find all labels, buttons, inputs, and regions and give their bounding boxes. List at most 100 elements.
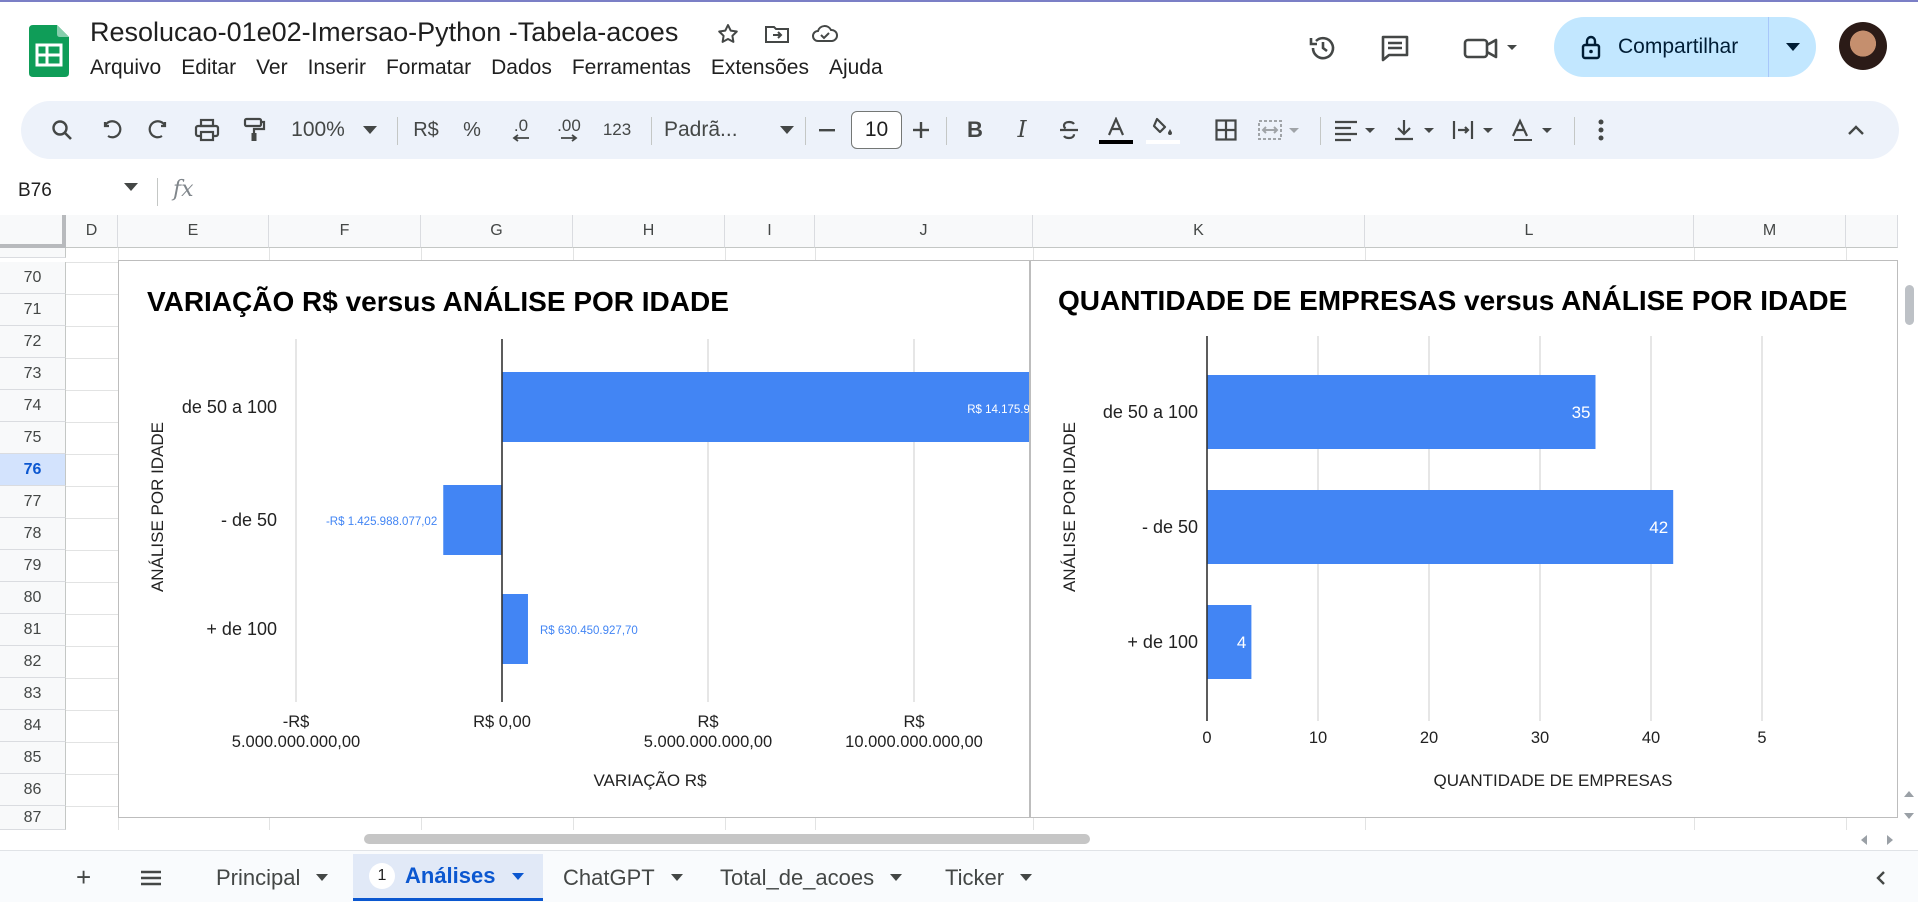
decrease-font-size-icon[interactable]	[815, 108, 839, 152]
row-header-79[interactable]: 79	[0, 550, 66, 582]
menu-extensoes[interactable]: Extensões	[701, 56, 819, 80]
version-history-icon[interactable]	[1301, 26, 1345, 70]
merge-cells-icon[interactable]	[1254, 108, 1306, 152]
sheet-tab-analises[interactable]: 1 Análises	[353, 854, 543, 901]
font-size-input[interactable]: 10	[851, 111, 902, 149]
scroll-down-icon[interactable]	[1903, 812, 1915, 820]
cloud-saved-icon[interactable]	[810, 19, 840, 49]
row-header-87[interactable]: 87	[0, 806, 66, 830]
formula-input[interactable]	[210, 172, 1900, 206]
column-header-g[interactable]: G	[421, 215, 573, 248]
sheet-tab-ticker[interactable]: Ticker	[930, 854, 1050, 901]
row-header-80[interactable]: 80	[0, 582, 66, 614]
sheet-explorer-toggle-icon[interactable]	[1866, 854, 1896, 901]
move-folder-icon[interactable]	[762, 19, 792, 49]
more-formats-button[interactable]: 123	[597, 108, 637, 152]
row-header-86[interactable]: 86	[0, 774, 66, 806]
format-currency-button[interactable]: R$	[407, 108, 445, 152]
menu-dados[interactable]: Dados	[481, 56, 562, 80]
collapse-menus-icon[interactable]	[1838, 108, 1874, 152]
chart-variacao-por-idade[interactable]: VARIAÇÃO R$ versus ANÁLISE POR IDADE -R$…	[118, 260, 1030, 818]
format-percent-button[interactable]: %	[453, 108, 491, 152]
meet-camera-icon[interactable]	[1456, 26, 1526, 70]
column-header-d[interactable]: D	[66, 215, 118, 248]
name-box[interactable]: B76	[18, 180, 52, 202]
menu-formatar[interactable]: Formatar	[376, 56, 481, 80]
chart-quantidade-por-idade[interactable]: QUANTIDADE DE EMPRESAS versus ANÁLISE PO…	[1030, 260, 1898, 818]
strikethrough-icon[interactable]	[1051, 108, 1087, 152]
undo-icon[interactable]	[94, 108, 130, 152]
document-title[interactable]: Resolucao-01e02-Imersao-Python -Tabela-a…	[90, 17, 678, 48]
star-icon[interactable]	[713, 19, 743, 49]
row-header-85[interactable]: 85	[0, 742, 66, 774]
column-header-i[interactable]: I	[725, 215, 815, 248]
search-menus-icon[interactable]	[44, 108, 80, 152]
print-icon[interactable]	[189, 108, 225, 152]
borders-icon[interactable]	[1208, 108, 1244, 152]
column-header-f[interactable]: F	[269, 215, 421, 248]
column-header-m[interactable]: M	[1694, 215, 1846, 248]
sheets-logo-icon[interactable]	[29, 25, 69, 77]
scroll-right-icon[interactable]	[1886, 834, 1894, 846]
all-sheets-menu-icon[interactable]	[136, 854, 166, 901]
row-header-81[interactable]: 81	[0, 614, 66, 646]
text-wrapping-icon[interactable]	[1448, 108, 1500, 152]
data-label: 4	[1237, 633, 1246, 652]
row-header-75[interactable]: 75	[0, 422, 66, 454]
increase-decimal-button[interactable]: .00	[547, 108, 591, 152]
sheet-tab-principal[interactable]: Principal	[196, 854, 348, 901]
share-button[interactable]: Compartilhar	[1554, 17, 1768, 77]
menu-ajuda[interactable]: Ajuda	[819, 56, 893, 80]
menu-ferramentas[interactable]: Ferramentas	[562, 56, 701, 80]
vertical-scrollbar-thumb[interactable]	[1905, 285, 1914, 325]
row-header-74[interactable]: 74	[0, 390, 66, 422]
sheet-tab-chatgpt[interactable]: ChatGPT	[548, 854, 686, 901]
scroll-left-icon[interactable]	[1860, 834, 1868, 846]
column-header-h[interactable]: H	[573, 215, 725, 248]
row-header-70[interactable]: 70	[0, 262, 66, 294]
sheet-tab-total-de-acoes[interactable]: Total_de_acoes	[706, 854, 912, 901]
row-header-71[interactable]: 71	[0, 294, 66, 326]
italic-button[interactable]: I	[1004, 108, 1040, 152]
redo-icon[interactable]	[140, 108, 176, 152]
comments-icon[interactable]	[1373, 26, 1417, 70]
column-header-l[interactable]: L	[1365, 215, 1694, 248]
add-sheet-button[interactable]: +	[76, 854, 91, 901]
row-header-83[interactable]: 83	[0, 678, 66, 710]
row-header-73[interactable]: 73	[0, 358, 66, 390]
row-header-72[interactable]: 72	[0, 326, 66, 358]
row-header-78[interactable]: 78	[0, 518, 66, 550]
scroll-up-icon[interactable]	[1903, 790, 1915, 798]
text-rotation-icon[interactable]	[1507, 108, 1559, 152]
share-dropdown-button[interactable]	[1769, 17, 1816, 77]
bold-button[interactable]: B	[957, 108, 993, 152]
horizontal-align-icon[interactable]	[1330, 108, 1382, 152]
column-header-e[interactable]: E	[118, 215, 269, 248]
column-header-j[interactable]: J	[815, 215, 1033, 248]
column-header-next[interactable]	[1846, 215, 1898, 248]
user-avatar[interactable]	[1839, 22, 1887, 70]
menu-inserir[interactable]: Inserir	[298, 56, 376, 80]
vertical-align-icon[interactable]	[1389, 108, 1441, 152]
menu-ver[interactable]: Ver	[246, 56, 298, 80]
increase-font-size-icon[interactable]	[909, 108, 933, 152]
paint-format-icon[interactable]	[236, 108, 272, 152]
select-all-corner[interactable]	[0, 215, 66, 248]
row-header-82[interactable]: 82	[0, 646, 66, 678]
more-options-icon[interactable]	[1586, 108, 1616, 152]
menu-arquivo[interactable]: Arquivo	[80, 56, 171, 80]
row-header-partial[interactable]	[0, 248, 66, 258]
menu-editar[interactable]: Editar	[171, 56, 246, 80]
fill-color-button[interactable]	[1143, 108, 1183, 152]
chevron-down-icon[interactable]	[124, 183, 138, 191]
decrease-decimal-button[interactable]: .0	[501, 108, 541, 152]
row-header-84[interactable]: 84	[0, 710, 66, 742]
zoom-select[interactable]: 100%	[284, 108, 384, 152]
vertical-scrollbar[interactable]	[1898, 248, 1918, 830]
font-family-select[interactable]: Padrã...	[664, 108, 794, 152]
row-header-76[interactable]: 76	[0, 454, 66, 486]
column-header-k[interactable]: K	[1033, 215, 1365, 248]
horizontal-scrollbar-thumb[interactable]	[364, 834, 1090, 844]
text-color-button[interactable]	[1096, 108, 1136, 152]
row-header-77[interactable]: 77	[0, 486, 66, 518]
